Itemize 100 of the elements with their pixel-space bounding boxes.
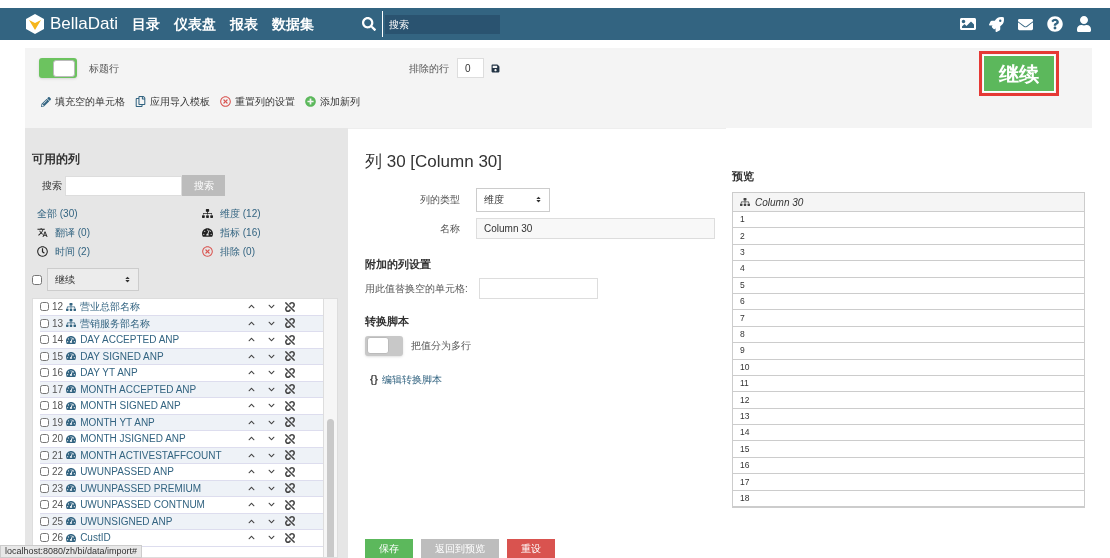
- brand-name[interactable]: BellaDati: [50, 11, 119, 37]
- replace-empty-field[interactable]: [478, 278, 598, 299]
- scrollbar[interactable]: [323, 299, 337, 557]
- image-icon[interactable]: [960, 16, 976, 32]
- move-up-icon[interactable]: [248, 402, 256, 410]
- move-down-icon[interactable]: [268, 352, 276, 360]
- move-up-icon[interactable]: [248, 517, 256, 525]
- name-field[interactable]: Column 30: [476, 217, 715, 239]
- column-checkbox[interactable]: [40, 417, 49, 427]
- column-row[interactable]: 26 CustID: [40, 530, 323, 547]
- header-row-toggle[interactable]: [39, 58, 77, 78]
- filter-link[interactable]: 翻译 (0): [37, 225, 167, 240]
- toolbar-action-link[interactable]: 填充空的单元格: [41, 94, 125, 109]
- column-row[interactable]: 22 UWUNPASSED ANP: [40, 464, 323, 481]
- reset-button[interactable]: 重设: [507, 539, 555, 558]
- unlink-icon[interactable]: [285, 433, 296, 444]
- unlink-icon[interactable]: [285, 318, 296, 329]
- move-up-icon[interactable]: [248, 336, 256, 344]
- unlink-icon[interactable]: [285, 483, 296, 494]
- unlink-icon[interactable]: [285, 400, 296, 411]
- type-select[interactable]: 维度: [476, 187, 550, 212]
- toolbar-action-link[interactable]: 应用导入模板: [135, 94, 210, 109]
- toolbar-action-link[interactable]: 重置列的设置: [220, 94, 295, 109]
- move-down-icon[interactable]: [268, 402, 276, 410]
- column-checkbox[interactable]: [40, 516, 49, 526]
- unlink-icon[interactable]: [285, 351, 296, 362]
- unlink-icon[interactable]: [285, 301, 296, 312]
- save-icon[interactable]: [491, 63, 500, 73]
- column-row[interactable]: 20 MONTH JSIGNED ANP: [40, 431, 323, 448]
- move-up-icon[interactable]: [248, 451, 256, 459]
- move-up-icon[interactable]: [248, 303, 256, 311]
- edit-script-link[interactable]: {} 编辑转换脚本: [370, 371, 442, 387]
- column-checkbox[interactable]: [40, 302, 49, 312]
- unlink-icon[interactable]: [285, 334, 296, 345]
- move-down-icon[interactable]: [268, 385, 276, 393]
- column-checkbox[interactable]: [40, 335, 49, 345]
- column-checkbox[interactable]: [40, 450, 49, 460]
- move-up-icon[interactable]: [248, 385, 256, 393]
- column-search-field[interactable]: [65, 175, 182, 196]
- move-up-icon[interactable]: [248, 435, 256, 443]
- filter-link[interactable]: 指标 (16): [202, 225, 297, 240]
- move-up-icon[interactable]: [248, 369, 256, 377]
- column-row[interactable]: 14 DAY ACCEPTED ANP: [40, 332, 323, 349]
- column-checkbox[interactable]: [40, 434, 49, 444]
- move-up-icon[interactable]: [248, 319, 256, 327]
- column-checkbox[interactable]: [40, 368, 49, 378]
- column-row[interactable]: 16 DAY YT ANP: [40, 365, 323, 382]
- nav-menu-item[interactable]: 目录: [132, 13, 161, 35]
- filter-link[interactable]: 全部 (30): [37, 206, 167, 221]
- nav-menu-item[interactable]: 报表: [230, 13, 259, 35]
- move-up-icon[interactable]: [248, 484, 256, 492]
- bulk-action-select[interactable]: 继续: [47, 268, 139, 291]
- column-checkbox[interactable]: [40, 467, 49, 477]
- split-rows-toggle[interactable]: [365, 335, 403, 356]
- unlink-icon[interactable]: [285, 367, 296, 378]
- column-row[interactable]: 24 UWUNPASSED CONTNUM: [40, 497, 323, 514]
- column-row[interactable]: 18 MONTH SIGNED ANP: [40, 398, 323, 415]
- column-row[interactable]: 12 营业总部名称: [40, 299, 323, 316]
- unlink-icon[interactable]: [285, 417, 296, 428]
- move-down-icon[interactable]: [268, 435, 276, 443]
- search-icon[interactable]: [362, 17, 377, 31]
- move-down-icon[interactable]: [268, 369, 276, 377]
- unlink-icon[interactable]: [285, 499, 296, 510]
- column-checkbox[interactable]: [40, 533, 49, 543]
- move-down-icon[interactable]: [268, 451, 276, 459]
- unlink-icon[interactable]: [285, 532, 296, 543]
- unlink-icon[interactable]: [285, 516, 296, 527]
- move-up-icon[interactable]: [248, 352, 256, 360]
- unlink-icon[interactable]: [285, 466, 296, 477]
- nav-menu-item[interactable]: 仪表盘: [174, 13, 217, 35]
- column-checkbox[interactable]: [40, 483, 49, 493]
- envelope-icon[interactable]: [1017, 16, 1034, 32]
- move-down-icon[interactable]: [268, 468, 276, 476]
- move-down-icon[interactable]: [268, 319, 276, 327]
- filter-link[interactable]: 排除 (0): [202, 244, 297, 259]
- move-up-icon[interactable]: [248, 468, 256, 476]
- filter-link[interactable]: 时间 (2): [37, 244, 167, 259]
- search-field[interactable]: 搜索: [385, 14, 501, 34]
- move-up-icon[interactable]: [248, 501, 256, 509]
- unlink-icon[interactable]: [285, 450, 296, 461]
- help-icon[interactable]: [1047, 16, 1063, 32]
- move-down-icon[interactable]: [268, 336, 276, 344]
- move-down-icon[interactable]: [268, 484, 276, 492]
- move-up-icon[interactable]: [248, 418, 256, 426]
- nav-menu-item[interactable]: 数据集: [272, 13, 315, 35]
- move-down-icon[interactable]: [268, 418, 276, 426]
- move-down-icon[interactable]: [268, 517, 276, 525]
- column-checkbox[interactable]: [40, 384, 49, 394]
- move-down-icon[interactable]: [268, 501, 276, 509]
- column-checkbox[interactable]: [40, 401, 49, 411]
- toolbar-action-link[interactable]: 添加新列: [305, 94, 360, 109]
- column-checkbox[interactable]: [40, 351, 49, 361]
- rocket-icon[interactable]: [989, 16, 1004, 32]
- column-checkbox[interactable]: [40, 500, 49, 510]
- select-all-checkbox[interactable]: [32, 274, 42, 285]
- move-down-icon[interactable]: [268, 534, 276, 542]
- move-up-icon[interactable]: [248, 534, 256, 542]
- column-checkbox[interactable]: [40, 318, 49, 328]
- user-icon[interactable]: [1076, 16, 1092, 32]
- filter-link[interactable]: 维度 (12): [202, 206, 297, 221]
